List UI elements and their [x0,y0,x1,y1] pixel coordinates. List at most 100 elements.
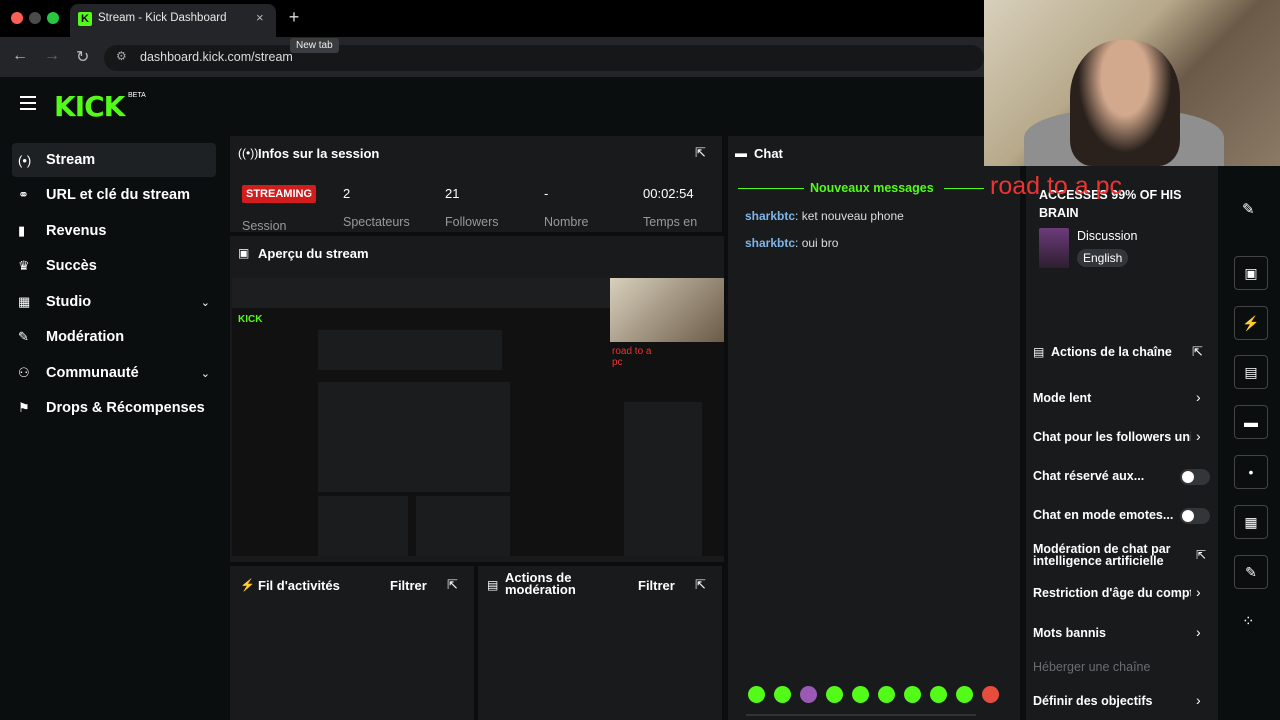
preview-activity-panel [318,496,408,556]
emote-icon[interactable] [748,686,765,703]
new-tab-button[interactable]: + [284,6,304,28]
document-icon[interactable]: ▤ [1234,355,1268,389]
divider [944,188,984,189]
reload-icon[interactable]: ↻ [76,47,89,67]
lightning-icon: ⚡ [240,578,255,592]
sidebar-item-url-key[interactable]: ⚭ URL et clé du stream [12,178,216,212]
emote-icon[interactable] [826,686,843,703]
kick-favicon-icon: K [78,12,92,26]
subscribers-chat-toggle[interactable] [1180,469,1210,485]
kick-logo[interactable]: KICK [54,90,125,123]
sidebar-item-label: Communauté [46,365,139,381]
chat-input[interactable] [746,714,976,716]
document-icon: ▤ [487,578,499,592]
popout-icon[interactable]: ⇱ [447,577,458,593]
action-host-channel[interactable]: Héberger une chaîne [1033,660,1213,674]
lightning-icon[interactable]: ⚡ [1234,306,1268,340]
streaming-badge: STREAMING [242,185,316,203]
activity-filter-button[interactable]: Filtrer [390,578,427,593]
chat-username[interactable]: sharkbtc [745,236,795,250]
category-name[interactable]: Discussion [1077,229,1137,243]
sidebar-item-studio[interactable]: ▦ Studio ⌄ [12,285,216,319]
preview-overlay: road to a pc [612,346,652,368]
back-icon[interactable]: ← [12,47,28,65]
popout-icon[interactable]: ⇱ [1192,344,1203,360]
chat-bubble-icon[interactable]: ▬ [1234,405,1268,439]
sidebar-item-stream[interactable]: (•) Stream [12,143,216,177]
action-ai-moderation[interactable]: Modération de chat par intelligence arti… [1033,543,1193,567]
actions-icon: ▤ [1033,345,1045,359]
preview-mod-panel [416,496,510,556]
forward-icon[interactable]: → [44,47,60,65]
clip-icon[interactable]: ▣ [1234,256,1268,290]
dots-icon[interactable]: ⁘ [1242,612,1255,630]
sidebar-item-succes[interactable]: ♛ Succès [12,249,216,283]
action-followers-chat[interactable]: Chat pour les followers uniquement [1033,430,1191,444]
session-label: Session [242,219,287,233]
action-slow-mode[interactable]: Mode lent [1033,391,1213,405]
external-link-icon[interactable]: ⇱ [1196,548,1206,562]
chevron-right-icon[interactable]: › [1196,584,1201,600]
tab-close-icon[interactable]: × [256,10,264,25]
maximize-window-button[interactable] [47,12,59,24]
sidebar-item-drops[interactable]: ⚑ Drops & Récompenses [12,391,216,425]
new-messages-label: Nouveaux messages [810,181,934,195]
site-settings-icon[interactable]: ⚙ [116,49,127,63]
popout-icon[interactable]: ⇱ [695,577,706,593]
action-subscribers-chat[interactable]: Chat réservé aux... [1033,469,1173,483]
action-emotes-chat[interactable]: Chat en mode emotes... [1033,508,1175,522]
time-label: Temps en [643,215,698,229]
emote-icon[interactable] [878,686,895,703]
emote-icon[interactable] [904,686,921,703]
language-tag: English [1077,249,1129,267]
chevron-down-icon[interactable]: ⌄ [201,367,210,380]
chevron-right-icon[interactable]: › [1196,692,1201,708]
close-window-button[interactable] [11,12,23,24]
preview-nested-panel [318,382,510,492]
action-banned-words[interactable]: Mots bannis [1033,626,1213,640]
chat-panel [728,136,1020,720]
beta-badge: BETA [128,92,146,99]
mod-filter-button[interactable]: Filtrer [638,578,675,593]
stream-preview-video[interactable]: KICK road to a pc [232,278,724,556]
url-text[interactable]: dashboard.kick.com/stream [140,50,293,64]
emote-icon[interactable] [982,686,999,703]
trophy-icon: ♛ [18,258,30,273]
emote-icon[interactable] [852,686,869,703]
menu-icon[interactable] [20,96,36,110]
action-age-restriction[interactable]: Restriction d'âge du compte [1033,586,1191,600]
minimize-window-button[interactable] [29,12,41,24]
sidebar-item-moderation[interactable]: ✎ Modération [12,320,216,354]
chat-username[interactable]: sharkbtc [745,209,795,223]
layout-icon[interactable]: ▦ [1234,505,1268,539]
emotes-chat-toggle[interactable] [1180,508,1210,524]
emote-icon[interactable] [930,686,947,703]
sidebar-item-communaute[interactable]: ⚇ Communauté ⌄ [12,356,216,390]
chevron-right-icon[interactable]: › [1196,624,1201,640]
video-icon: ▣ [238,246,250,260]
emote-icon[interactable] [800,686,817,703]
emote-icon[interactable] [774,686,791,703]
action-set-goals[interactable]: Définir des objectifs [1033,694,1213,708]
address-bar[interactable]: ⚙ dashboard.kick.com/stream [104,45,984,71]
emote-icon[interactable] [956,686,973,703]
wrench-icon[interactable]: ✎ [1234,555,1268,589]
browser-tab[interactable]: K Stream - Kick Dashboard × [70,4,276,37]
followers-label: Followers [445,215,499,229]
chat-text: : ket nouveau phone [795,209,904,223]
chevron-right-icon[interactable]: › [1196,389,1201,405]
popout-icon[interactable]: ⇱ [695,145,706,161]
viewers-value: 2 [343,186,351,201]
count-value: - [544,186,549,201]
edit-icon[interactable]: ✎ [1242,200,1255,218]
time-value: 00:02:54 [643,186,694,201]
chevron-right-icon[interactable]: › [1196,428,1201,444]
sidebar-item-revenus[interactable]: ▮ Revenus [12,214,216,248]
broadcast-icon: ((•)) [238,146,259,160]
viewers-label: Spectateurs [343,215,410,229]
count-label: Nombre [544,215,589,229]
preview-title: Aperçu du stream [258,246,369,261]
chevron-down-icon[interactable]: ⌄ [201,296,210,309]
broadcast-icon[interactable]: • [1234,455,1268,489]
chat-title: Chat [754,146,783,161]
